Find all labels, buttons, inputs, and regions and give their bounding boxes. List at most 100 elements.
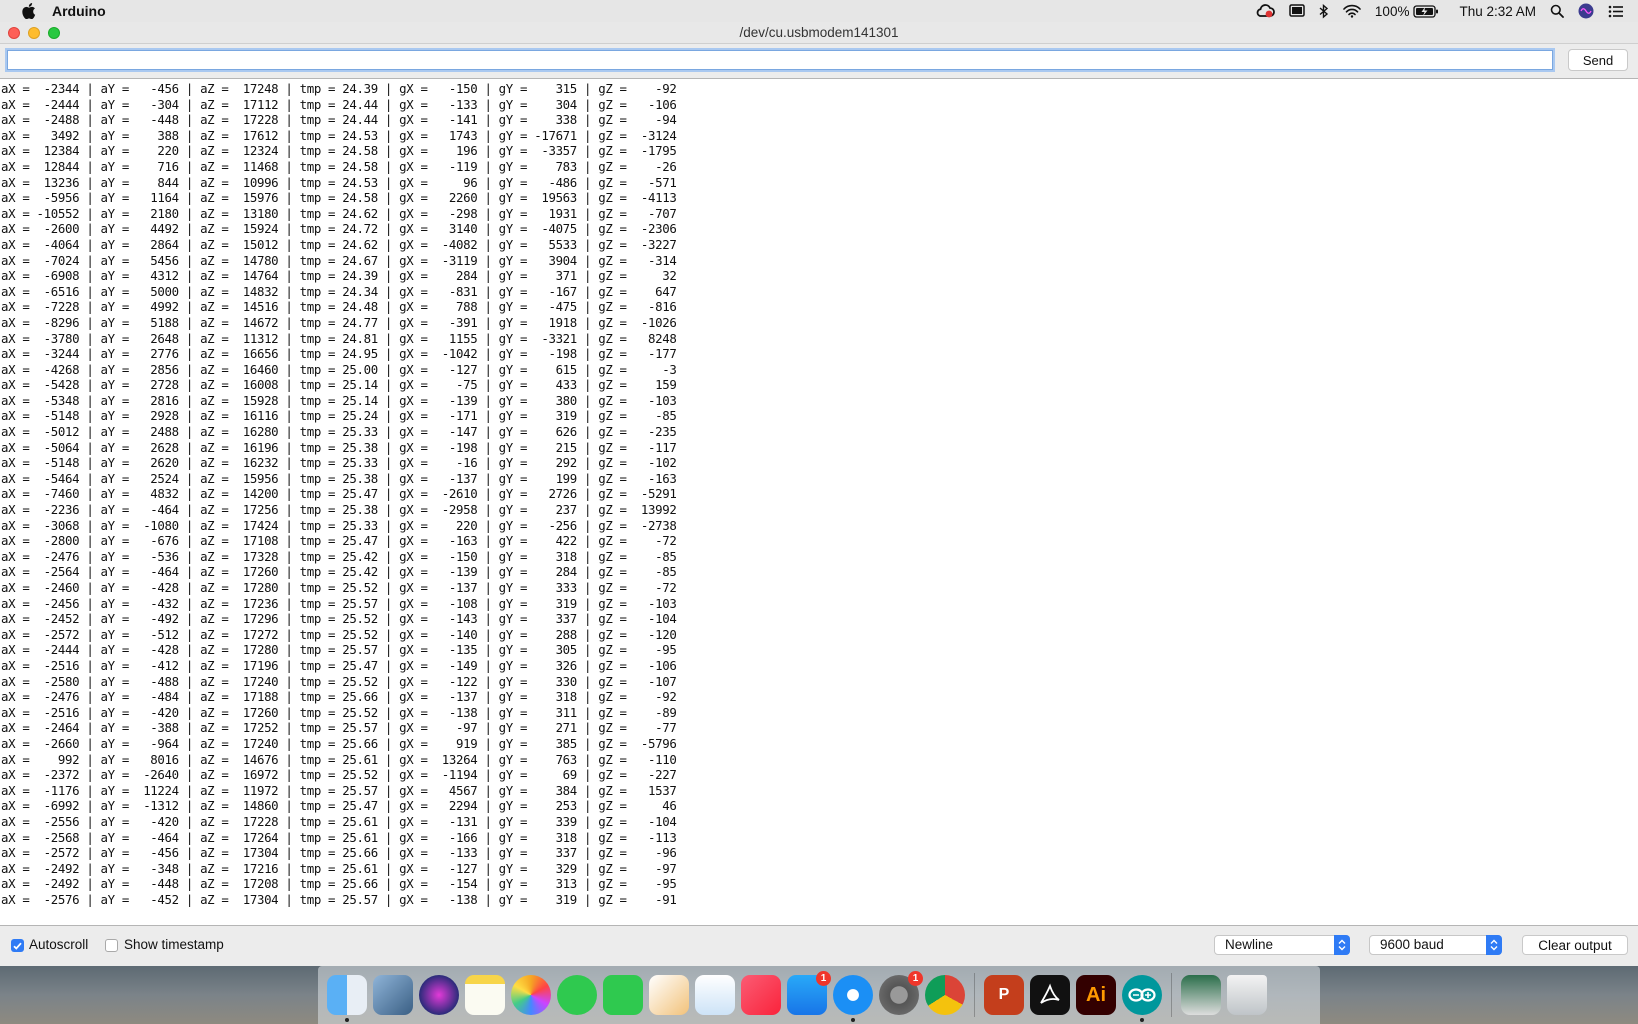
serial-bottom-bar: Autoscroll Show timestamp Newline 9600 b… (0, 926, 1638, 966)
running-indicator (1140, 1018, 1144, 1022)
pages-icon[interactable] (649, 975, 689, 1015)
photos-icon[interactable] (511, 975, 551, 1015)
dock: 1 1 P Ai (318, 966, 1320, 1024)
apple-menu-icon[interactable] (20, 2, 38, 20)
serial-line: aX = -2800 | aY = -676 | aZ = 17108 | tm… (1, 533, 677, 549)
serial-line: aX = -2476 | aY = -484 | aZ = 17188 | tm… (1, 689, 677, 705)
serial-line: aX = -2572 | aY = -512 | aZ = 17272 | tm… (1, 626, 677, 642)
serial-line: aX = -2460 | aY = -428 | aZ = 17280 | tm… (1, 580, 677, 595)
battery-percent: 100% (1374, 3, 1410, 19)
serial-line: aX = -7024 | aY = 5456 | aZ = 14780 | tm… (1, 252, 677, 268)
serial-monitor-window: /dev/cu.usbmodem141301 Send aX = -2344 |… (0, 22, 1638, 966)
autoscroll-label[interactable]: Autoscroll (29, 937, 88, 952)
serial-line: aX = -6908 | aY = 4312 | aZ = 14764 | tm… (1, 268, 677, 284)
battery-charging-icon[interactable] (1413, 4, 1439, 18)
serial-line: aX = 3492 | aY = 388 | aZ = 17612 | tmp … (1, 127, 677, 143)
serial-send-input[interactable] (7, 50, 1553, 70)
serial-output-area[interactable]: aX = -2344 | aY = -456 | aZ = 17248 | tm… (0, 78, 1638, 926)
serial-line: aX = -5464 | aY = 2524 | aZ = 15956 | tm… (1, 470, 677, 486)
line-ending-select[interactable]: Newline (1214, 935, 1350, 955)
dock-icon-label: Ai (1086, 983, 1106, 1006)
send-button[interactable]: Send (1568, 49, 1628, 71)
serial-line: aX = -2444 | aY = -428 | aZ = 17280 | tm… (1, 642, 677, 658)
acrobat-icon[interactable] (1030, 975, 1070, 1015)
preview-icon[interactable] (373, 975, 413, 1015)
serial-line: aX = -2456 | aY = -432 | aZ = 17236 | tm… (1, 595, 677, 611)
serial-line: aX = -10552 | aY = 2180 | aZ = 13180 | t… (1, 205, 677, 221)
serial-line: aX = -3068 | aY = -1080 | aZ = 17424 | t… (1, 517, 677, 533)
serial-line: aX = -2444 | aY = -304 | aZ = 17112 | tm… (1, 96, 677, 112)
dock-badge: 1 (816, 971, 831, 986)
chrome-icon[interactable] (925, 975, 965, 1015)
serial-line: aX = -3244 | aY = 2776 | aZ = 16656 | tm… (1, 346, 677, 362)
safari-icon[interactable] (833, 975, 873, 1022)
serial-line: aX = -5956 | aY = 1164 | aZ = 15976 | tm… (1, 190, 677, 206)
serial-line: aX = -2572 | aY = -456 | aZ = 17304 | tm… (1, 845, 677, 861)
serial-line: aX = -4268 | aY = 2856 | aZ = 16460 | tm… (1, 361, 677, 377)
music-icon[interactable] (741, 975, 781, 1015)
siri-icon[interactable] (419, 975, 459, 1015)
display-icon[interactable] (1289, 4, 1305, 18)
serial-line: aX = -2516 | aY = -420 | aZ = 17260 | tm… (1, 704, 677, 720)
serial-line: aX = -2660 | aY = -964 | aZ = 17240 | tm… (1, 735, 677, 751)
illustrator-icon[interactable]: Ai (1076, 975, 1116, 1015)
messages-icon[interactable] (557, 975, 597, 1015)
spotlight-search-icon[interactable] (1550, 4, 1564, 18)
show-timestamp-checkbox[interactable] (105, 939, 118, 952)
bluetooth-icon[interactable] (1319, 3, 1329, 19)
creative-cloud-icon[interactable] (1255, 4, 1275, 18)
menubar-clock[interactable]: Thu 2:32 AM (1459, 4, 1536, 19)
downloads-stack-icon[interactable] (1181, 975, 1221, 1015)
serial-line: aX = -2476 | aY = -536 | aZ = 17328 | tm… (1, 548, 677, 564)
dock-separator (974, 973, 975, 1017)
serial-line: aX = -7228 | aY = 4992 | aZ = 14516 | tm… (1, 299, 677, 315)
serial-line: aX = 13236 | aY = 844 | aZ = 10996 | tmp… (1, 174, 677, 190)
serial-line: aX = -6516 | aY = 5000 | aZ = 14832 | tm… (1, 283, 677, 299)
dock-badge: 1 (908, 971, 923, 986)
serial-line: aX = -5012 | aY = 2488 | aZ = 16280 | tm… (1, 424, 677, 440)
serial-line: aX = -5064 | aY = 2628 | aZ = 16196 | tm… (1, 439, 677, 455)
serial-line: aX = -2556 | aY = -420 | aZ = 17228 | tm… (1, 813, 677, 829)
serial-line: aX = -5348 | aY = 2816 | aZ = 15928 | tm… (1, 392, 677, 408)
serial-line: aX = -2344 | aY = -456 | aZ = 17248 | tm… (1, 81, 677, 96)
serial-line: aX = -2600 | aY = 4492 | aZ = 15924 | tm… (1, 221, 677, 237)
serial-line: aX = -2372 | aY = -2640 | aZ = 16972 | t… (1, 767, 677, 783)
serial-line: aX = 12844 | aY = 716 | aZ = 11468 | tmp… (1, 158, 677, 174)
checkmark-icon (13, 942, 22, 950)
serial-line: aX = -2488 | aY = -448 | aZ = 17228 | tm… (1, 112, 677, 128)
baud-rate-chevron-icon (1486, 935, 1502, 955)
clear-output-button[interactable]: Clear output (1522, 935, 1628, 955)
serial-line: aX = -2516 | aY = -412 | aZ = 17196 | tm… (1, 657, 677, 673)
app-store-icon[interactable]: 1 (787, 971, 831, 1015)
running-indicator (345, 1018, 349, 1022)
serial-line: aX = -3780 | aY = 2648 | aZ = 11312 | tm… (1, 330, 677, 346)
arduino-icon[interactable] (1122, 975, 1162, 1022)
baud-rate-select[interactable]: 9600 baud (1369, 935, 1502, 955)
keynote-icon[interactable] (695, 975, 735, 1015)
window-titlebar[interactable]: /dev/cu.usbmodem141301 (0, 22, 1638, 44)
app-name-menu[interactable]: Arduino (52, 3, 106, 19)
finder-icon[interactable] (327, 975, 367, 1022)
autoscroll-checkbox[interactable] (11, 939, 24, 952)
menu-bar: Arduino 100% Thu 2:32 AM (0, 0, 1638, 22)
serial-line: aX = -4064 | aY = 2864 | aZ = 15012 | tm… (1, 236, 677, 252)
facetime-icon[interactable] (603, 975, 643, 1015)
notification-center-icon[interactable] (1608, 5, 1624, 18)
serial-line: aX = -2580 | aY = -488 | aZ = 17240 | tm… (1, 673, 677, 689)
serial-line: aX = -7460 | aY = 4832 | aZ = 14200 | tm… (1, 486, 677, 502)
serial-line: aX = -1176 | aY = 11224 | aZ = 11972 | t… (1, 782, 677, 798)
siri-menu-icon[interactable] (1578, 3, 1594, 19)
serial-line: aX = -8296 | aY = 5188 | aZ = 14672 | tm… (1, 314, 677, 330)
serial-line: aX = 992 | aY = 8016 | aZ = 14676 | tmp … (1, 751, 677, 767)
serial-line: aX = -2564 | aY = -464 | aZ = 17260 | tm… (1, 564, 677, 580)
wifi-icon[interactable] (1343, 4, 1361, 18)
serial-line: aX = -2236 | aY = -464 | aZ = 17256 | tm… (1, 502, 677, 518)
trash-icon[interactable] (1227, 975, 1267, 1015)
powerpoint-icon[interactable]: P (984, 975, 1024, 1015)
line-ending-chevron-icon (1334, 935, 1350, 955)
notes-icon[interactable] (465, 975, 505, 1015)
system-preferences-icon[interactable]: 1 (879, 971, 923, 1015)
serial-line: aX = 12384 | aY = 220 | aZ = 12324 | tmp… (1, 143, 677, 159)
dock-icon-label: P (998, 986, 1010, 1003)
show-timestamp-label[interactable]: Show timestamp (124, 937, 224, 952)
